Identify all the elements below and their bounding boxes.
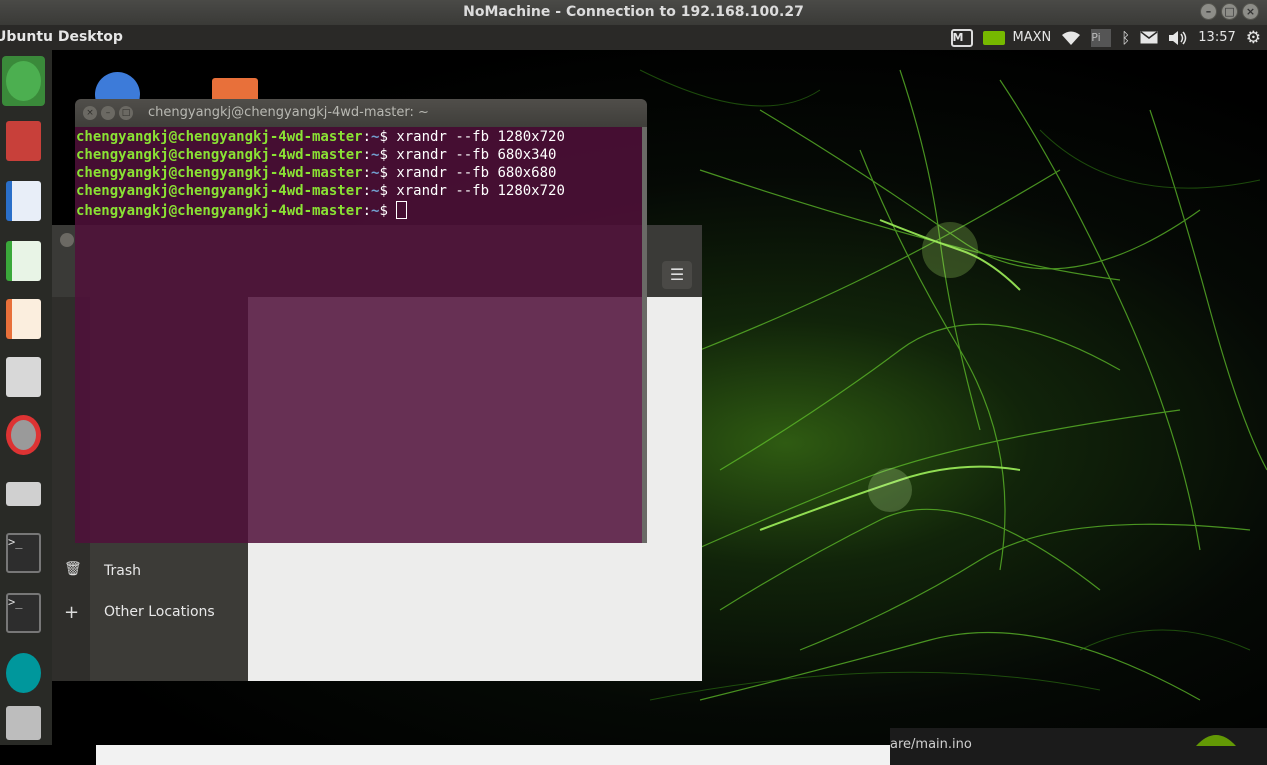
terminal-cursor — [396, 201, 408, 219]
files-close-button[interactable] — [60, 233, 74, 247]
launcher-impress[interactable] — [2, 294, 45, 344]
prompt-user: chengyangkj@chengyangkj-4wd-master — [76, 147, 363, 163]
launcher-arduino[interactable] — [2, 648, 45, 698]
top-panel: Ubuntu Desktop M MAXN Pi ᛒ 13:57 ⚙ — [0, 25, 1267, 50]
power-mode-label: MAXN — [1012, 30, 1052, 45]
indicator-area: M MAXN Pi ᛒ 13:57 ⚙ — [950, 25, 1261, 50]
command-text: xrandr --fb 1280x720 — [396, 129, 565, 145]
bluetooth-icon[interactable]: ᛒ — [1121, 29, 1130, 47]
plus-icon: + — [64, 602, 80, 623]
terminal-maximize-button[interactable]: □ — [119, 106, 133, 120]
terminal-line: chengyangkj@chengyangkj-4wd-master:~$ xr… — [76, 165, 557, 181]
terminal-line: chengyangkj@chengyangkj-4wd-master:~$ xr… — [76, 183, 565, 199]
sidebar-item-other-locations[interactable]: Other Locations — [104, 604, 215, 620]
terminal-line: chengyangkj@chengyangkj-4wd-master:~$ xr… — [76, 129, 565, 145]
panel-title: Ubuntu Desktop — [0, 29, 123, 45]
prompt-user: chengyangkj@chengyangkj-4wd-master — [76, 183, 363, 199]
command-text: xrandr --fb 680x680 — [396, 165, 557, 181]
nvidia-icon — [982, 30, 1005, 45]
wifi-icon[interactable] — [1061, 30, 1081, 46]
launcher-terminal-2[interactable]: >_ — [2, 588, 45, 638]
hamburger-menu-icon[interactable]: ☰ — [662, 261, 692, 289]
launcher-ubuntu-dash[interactable] — [2, 56, 45, 106]
terminal-body[interactable]: chengyangkj@chengyangkj-4wd-master:~$ xr… — [75, 127, 642, 543]
sidebar-item-trash[interactable]: Trash — [104, 563, 141, 579]
close-button[interactable]: × — [1242, 3, 1259, 20]
launcher-system-settings[interactable] — [2, 410, 45, 460]
launcher-calc[interactable] — [2, 236, 45, 286]
bottom-filename-fragment: are/main.ino — [890, 737, 972, 752]
terminal-title: chengyangkj@chengyangkj-4wd-master: ~ — [148, 105, 429, 120]
command-text: xrandr --fb 1280x720 — [396, 183, 565, 199]
maximize-button[interactable]: □ — [1221, 3, 1238, 20]
nvidia-logo-icon — [1196, 735, 1236, 746]
terminal-minimize-button[interactable]: – — [101, 106, 115, 120]
trash-icon: 🗑 — [64, 561, 82, 577]
m-icon[interactable]: M — [950, 28, 973, 47]
nvidia-power-indicator[interactable]: MAXN — [982, 30, 1052, 45]
minimize-button[interactable]: – — [1200, 3, 1217, 20]
launcher: >_ >_ — [0, 50, 52, 745]
terminal-scrollbar[interactable] — [642, 127, 647, 543]
terminal-titlebar: × – □ chengyangkj@chengyangkj-4wd-master… — [75, 99, 647, 127]
launcher-trash[interactable] — [2, 698, 45, 748]
prompt-user: chengyangkj@chengyangkj-4wd-master — [76, 165, 363, 181]
launcher-files[interactable] — [2, 116, 45, 166]
terminal-close-button[interactable]: × — [83, 106, 97, 120]
prompt-user: chengyangkj@chengyangkj-4wd-master — [76, 129, 363, 145]
prompt-user: chengyangkj@chengyangkj-4wd-master — [76, 203, 363, 219]
mail-icon[interactable] — [1140, 31, 1158, 44]
pi-icon[interactable]: Pi — [1091, 28, 1112, 47]
settings-gear-icon[interactable]: ⚙ — [1246, 28, 1261, 48]
volume-icon[interactable] — [1168, 30, 1188, 46]
terminal-prompt-line: chengyangkj@chengyangkj-4wd-master:~$ — [76, 201, 408, 219]
launcher-disk[interactable] — [2, 468, 45, 518]
launcher-writer[interactable] — [2, 176, 45, 226]
clock[interactable]: 13:57 — [1198, 30, 1235, 45]
terminal-line: chengyangkj@chengyangkj-4wd-master:~$ xr… — [76, 147, 557, 163]
launcher-software-center[interactable] — [2, 352, 45, 402]
command-text: xrandr --fb 680x340 — [396, 147, 557, 163]
launcher-terminal[interactable]: >_ — [2, 528, 45, 578]
remote-bottom-strip — [96, 745, 890, 765]
terminal-window: × – □ chengyangkj@chengyangkj-4wd-master… — [75, 99, 647, 543]
nomachine-title: NoMachine - Connection to 192.168.100.27 — [463, 4, 804, 20]
remote-bottom-panel: are/main.ino — [890, 728, 1267, 765]
nomachine-titlebar: NoMachine - Connection to 192.168.100.27… — [0, 0, 1267, 25]
